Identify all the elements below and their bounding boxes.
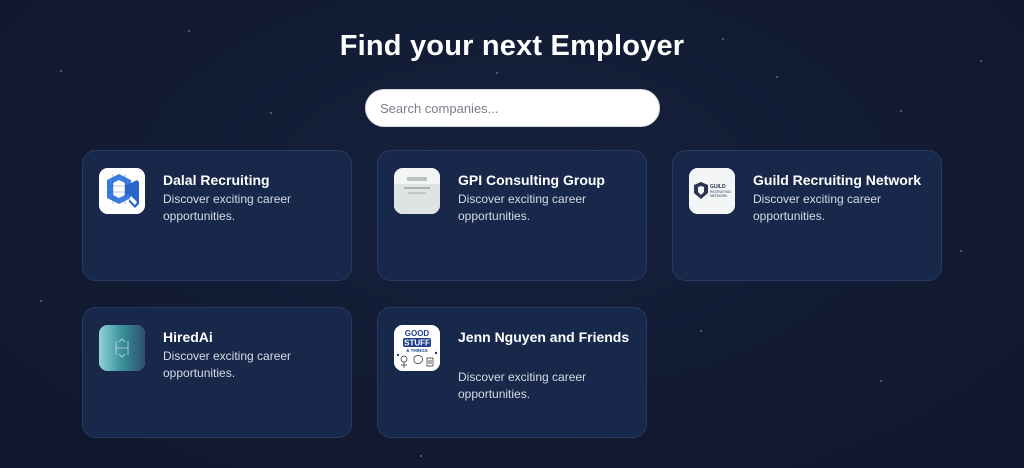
company-description: Discover exciting career opportunities. <box>753 192 882 223</box>
search-bar <box>365 89 660 127</box>
company-name: HiredAi <box>163 329 213 345</box>
guild-recruiting-logo-icon: GUILD RECRUITING NETWORK <box>689 168 735 214</box>
company-name: Dalal Recruiting <box>163 172 270 188</box>
company-name: Jenn Nguyen and Friends <box>458 329 630 345</box>
company-description: Discover exciting career opportunities. <box>163 192 292 223</box>
guild-logo-word-network: NETWORK <box>710 194 728 198</box>
company-name: Guild Recruiting Network <box>753 172 922 188</box>
company-card-gpi-consulting-group[interactable]: GPI Consulting Group Discover exciting c… <box>377 150 647 281</box>
company-description: Discover exciting career opportunities. <box>458 370 587 401</box>
search-input[interactable] <box>366 90 659 126</box>
dalal-recruiting-logo-icon <box>99 168 145 214</box>
logo-word-things: & THINGS <box>406 348 428 353</box>
company-name: GPI Consulting Group <box>458 172 605 188</box>
logo-word-stuff: STUFF <box>404 339 430 348</box>
company-description: Discover exciting career opportunities. <box>163 349 292 380</box>
company-description: Discover exciting career opportunities. <box>458 192 587 223</box>
company-card-jenn-nguyen-and-friends[interactable]: GOOD STUFF & THINGS Jenn Nguyen and Frie… <box>377 307 647 438</box>
company-card-dalal-recruiting[interactable]: Dalal Recruiting Discover exciting caree… <box>82 150 352 281</box>
hiredai-logo-icon <box>99 325 145 371</box>
logo-word-good: GOOD <box>405 329 430 338</box>
company-card-guild-recruiting-network[interactable]: GUILD RECRUITING NETWORK Guild Recruitin… <box>672 150 942 281</box>
page-title: Find your next Employer <box>339 30 685 62</box>
jenn-nguyen-logo-icon: GOOD STUFF & THINGS <box>394 325 440 371</box>
company-card-hiredai[interactable]: HiredAi Discover exciting career opportu… <box>82 307 352 438</box>
gpi-consulting-logo-icon <box>394 168 440 214</box>
